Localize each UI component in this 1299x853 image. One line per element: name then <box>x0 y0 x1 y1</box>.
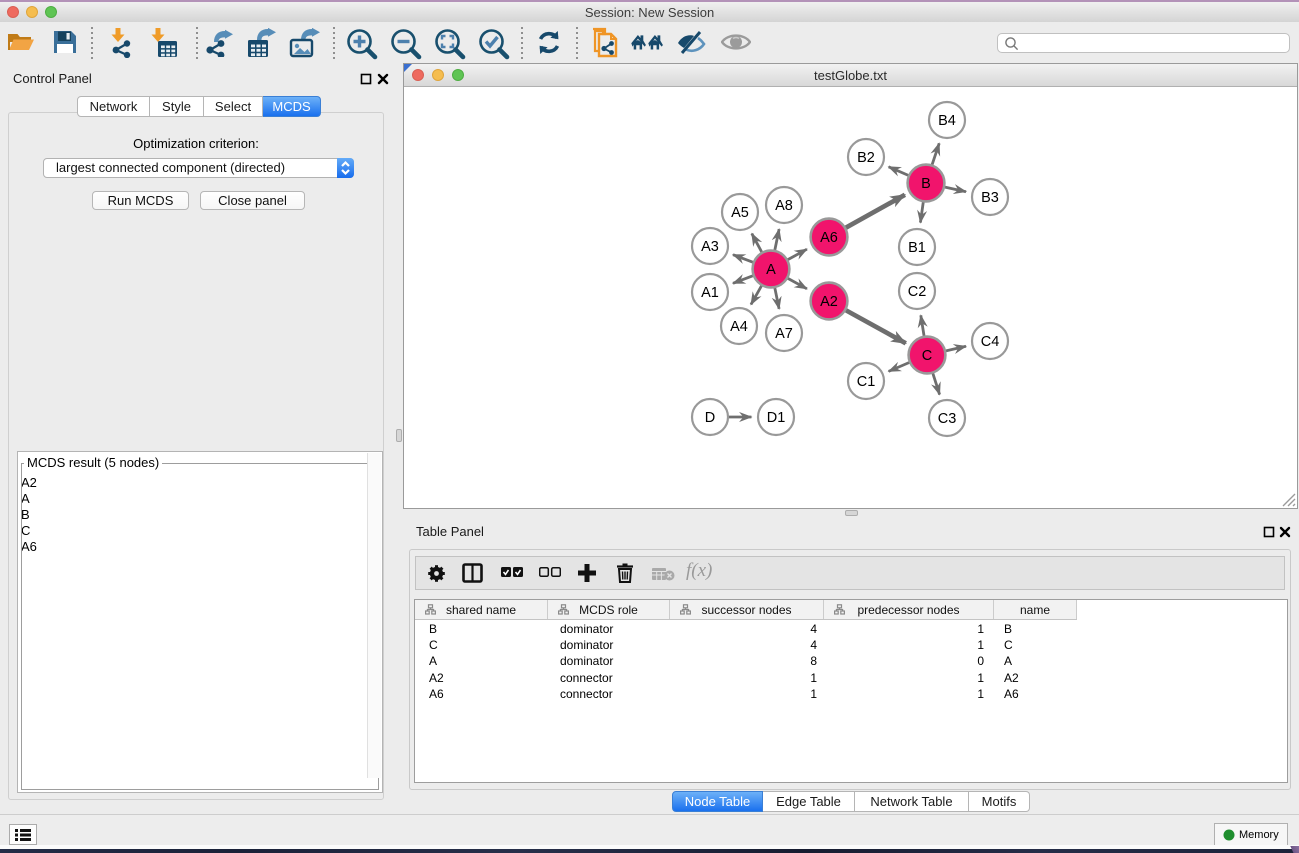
svg-text:C4: C4 <box>981 334 1000 350</box>
svg-text:A8: A8 <box>775 198 793 214</box>
svg-text:D: D <box>705 410 715 426</box>
svg-text:B3: B3 <box>981 190 999 206</box>
svg-text:A4: A4 <box>730 319 748 335</box>
svg-text:C2: C2 <box>908 284 927 300</box>
svg-text:C: C <box>922 348 932 364</box>
svg-text:B1: B1 <box>908 240 926 256</box>
svg-text:D1: D1 <box>767 410 786 426</box>
svg-text:B: B <box>921 176 931 192</box>
svg-text:A6: A6 <box>820 230 838 246</box>
svg-text:C3: C3 <box>938 411 957 427</box>
svg-text:C1: C1 <box>857 374 876 390</box>
svg-text:A5: A5 <box>731 205 749 221</box>
svg-text:A: A <box>766 262 776 278</box>
svg-text:B4: B4 <box>938 113 956 129</box>
svg-text:A3: A3 <box>701 239 719 255</box>
svg-text:A2: A2 <box>820 294 838 310</box>
svg-text:A1: A1 <box>701 285 719 301</box>
svg-text:B2: B2 <box>857 150 875 166</box>
svg-text:A7: A7 <box>775 326 793 342</box>
